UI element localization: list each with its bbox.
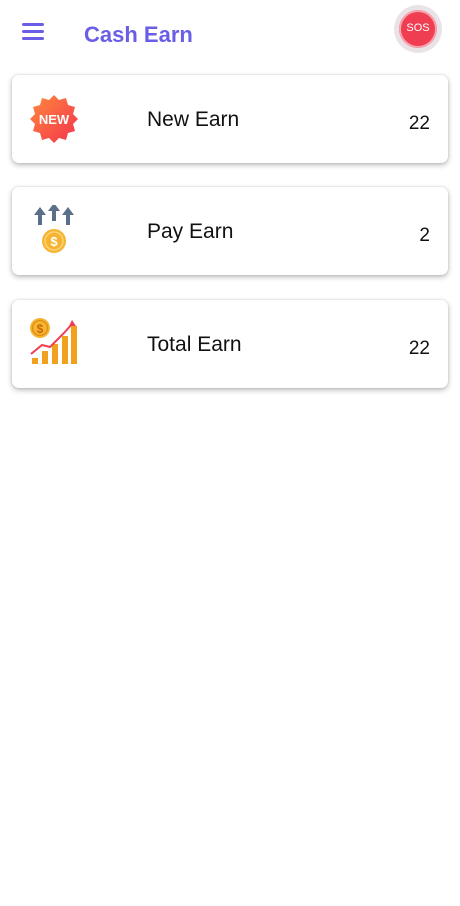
card-pay-earn[interactable]: $ Pay Earn 2 [12,187,448,275]
card-new-earn[interactable]: NEW New Earn 22 [12,75,448,163]
sos-label: SOS [406,22,430,34]
new-badge-text: NEW [39,112,70,127]
pay-upload-coin-icon: $ [28,203,80,257]
new-badge-icon: NEW [28,93,80,145]
growth-chart-coin-icon: $ [28,318,80,370]
page-title: Cash Earn [84,22,193,47]
hamburger-menu-icon[interactable] [14,16,52,48]
card-label: Pay Earn [147,220,234,243]
card-total-earn[interactable]: $ Total Earn 22 [12,300,448,388]
card-value: 2 [419,225,430,246]
app-header: Cash Earn SOS [0,0,460,68]
card-value: 22 [408,338,430,359]
card-value: 22 [408,113,430,134]
svg-text:$: $ [37,322,44,336]
card-label: Total Earn [147,333,242,356]
card-label: New Earn [147,108,240,131]
sos-button[interactable]: SOS [394,5,442,53]
svg-text:$: $ [50,234,58,249]
